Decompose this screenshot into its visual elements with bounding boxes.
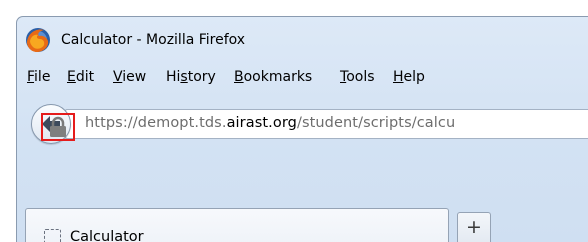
menu-tools-label: ools: [346, 69, 375, 85]
menu-edit[interactable]: Edit: [67, 69, 94, 85]
menu-help-accel: H: [393, 69, 404, 85]
menu-file-label: ile: [34, 69, 51, 85]
firefox-logo-icon: [26, 28, 50, 52]
default-page-icon: [44, 229, 61, 242]
menu-edit-label: dit: [75, 69, 95, 85]
tab-label: Calculator: [70, 229, 144, 242]
url-text[interactable]: https://demopt.tds.airast.org/student/sc…: [85, 115, 455, 131]
menu-bookmarks-label: ookmarks: [243, 69, 313, 85]
menu-bar: File Edit View History Bookmarks Tools H…: [17, 63, 588, 93]
menu-help[interactable]: Help: [393, 69, 425, 85]
url-prefix: https://demopt.tds.: [85, 115, 227, 131]
navigation-bar: https://demopt.tds.airast.org/student/sc…: [17, 99, 588, 149]
menu-help-label: elp: [403, 69, 425, 85]
title-bar: Calculator - Mozilla Firefox: [17, 17, 588, 63]
firefox-window: Calculator - Mozilla Firefox File Edit V…: [16, 16, 588, 242]
lock-icon[interactable]: [48, 116, 68, 138]
menu-view-label: iew: [122, 69, 147, 85]
menu-bookmarks-accel: B: [234, 69, 244, 85]
menu-history-label: tory: [187, 69, 216, 85]
menu-edit-accel: E: [67, 69, 76, 85]
menu-history[interactable]: History: [166, 69, 216, 85]
window-title: Calculator - Mozilla Firefox: [61, 32, 246, 48]
menu-history-pre: Hi: [166, 69, 181, 85]
menu-view[interactable]: View: [113, 69, 146, 85]
menu-file-accel: F: [27, 69, 35, 85]
url-suffix: /student/scripts/calcu: [296, 115, 456, 131]
menu-tools[interactable]: Tools: [340, 69, 375, 85]
menu-file[interactable]: File: [27, 69, 50, 85]
menu-bookmarks[interactable]: Bookmarks: [234, 69, 312, 85]
menu-view-accel: V: [113, 69, 123, 85]
menu-history-accel: s: [180, 69, 188, 85]
new-tab-button[interactable]: +: [457, 212, 491, 242]
tab-calculator[interactable]: Calculator: [25, 208, 449, 242]
tab-strip: Calculator +: [17, 201, 588, 242]
url-domain: airast.org: [226, 115, 297, 131]
